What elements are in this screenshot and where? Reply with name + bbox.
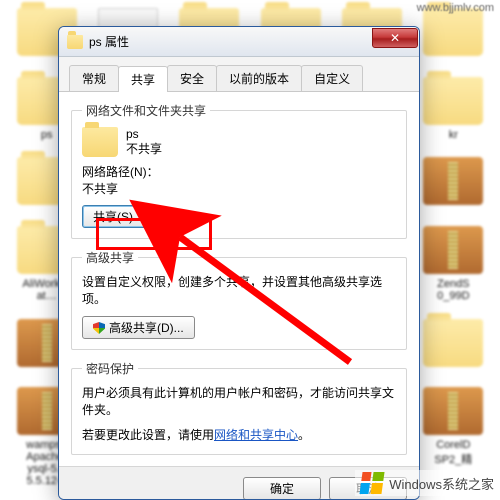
tab-customize[interactable]: 自定义 — [301, 65, 363, 91]
file-label: ZendS 0_99D — [437, 278, 469, 302]
shield-icon — [93, 322, 105, 334]
advanced-share-legend: 高级共享 — [82, 249, 138, 266]
folder-icon — [423, 319, 483, 367]
network-path-label: 网络路径(N)： — [82, 163, 396, 180]
network-path-value: 不共享 — [82, 180, 396, 197]
password-line2-suffix: 。 — [298, 428, 310, 442]
titlebar[interactable]: ps 属性 ✕ — [59, 27, 419, 57]
close-icon: ✕ — [390, 31, 400, 45]
close-button[interactable]: ✕ — [372, 28, 418, 48]
file-item[interactable]: kr — [415, 77, 492, 146]
password-line2: 若要更改此设置，请使用网络和共享中心。 — [82, 427, 396, 444]
zip-icon — [423, 387, 483, 435]
file-item[interactable] — [415, 8, 492, 65]
tab-general[interactable]: 常规 — [69, 65, 119, 91]
tab-previous-versions[interactable]: 以前的版本 — [216, 65, 302, 91]
password-line1: 用户必须具有此计算机的用户帐户和密码，才能访问共享文件夹。 — [82, 385, 396, 419]
advanced-share-button[interactable]: 高级共享(D)... — [82, 316, 195, 339]
tab-body: 网络文件和文件夹共享 ps 不共享 网络路径(N)： 不共享 共享(S)... … — [59, 92, 419, 466]
file-item[interactable] — [415, 157, 492, 214]
file-label: CorelD SP2_精 — [434, 439, 472, 467]
password-line2-prefix: 若要更改此设置，请使用 — [82, 428, 214, 442]
windows-logo-icon — [360, 472, 385, 494]
network-share-legend: 网络文件和文件夹共享 — [82, 102, 210, 119]
advanced-share-group: 高级共享 设置自定义权限，创建多个共享，并设置其他高级共享选项。 高级共享(D)… — [71, 249, 407, 350]
folder-icon — [423, 77, 483, 125]
network-share-group: 网络文件和文件夹共享 ps 不共享 网络路径(N)： 不共享 共享(S)... — [71, 102, 407, 239]
share-button[interactable]: 共享(S)... — [82, 205, 154, 228]
password-protection-group: 密码保护 用户必须具有此计算机的用户帐户和密码，才能访问共享文件夹。 若要更改此… — [71, 360, 407, 455]
watermark-text: Windows系统之家 — [389, 474, 494, 493]
advanced-share-description: 设置自定义权限，创建多个共享，并设置其他高级共享选项。 — [82, 274, 396, 308]
folder-icon — [67, 35, 83, 49]
file-label: kr — [449, 129, 458, 141]
folder-icon — [423, 8, 483, 56]
password-protection-legend: 密码保护 — [82, 360, 138, 377]
file-label: ps — [41, 129, 53, 141]
dialog-title: ps 属性 — [89, 33, 129, 50]
properties-dialog: ps 属性 ✕ 常规 共享 安全 以前的版本 自定义 网络文件和文件夹共享 ps… — [58, 26, 420, 500]
folder-name-value: ps — [126, 127, 162, 142]
ok-button[interactable]: 确定 — [243, 477, 321, 500]
folder-icon — [82, 127, 118, 157]
network-sharing-center-link[interactable]: 网络和共享中心 — [214, 428, 298, 442]
watermark: Windows系统之家 — [355, 470, 500, 496]
tab-security[interactable]: 安全 — [167, 65, 217, 91]
zip-icon — [423, 157, 483, 205]
tab-strip: 常规 共享 安全 以前的版本 自定义 — [59, 57, 419, 92]
advanced-share-button-label: 高级共享(D)... — [109, 321, 184, 335]
tab-sharing[interactable]: 共享 — [118, 66, 168, 92]
share-status-value: 不共享 — [126, 142, 162, 157]
file-item[interactable] — [415, 319, 492, 376]
file-item[interactable]: ZendS 0_99D — [415, 226, 492, 307]
url-watermark: www.bjjmlv.com — [417, 2, 494, 14]
zip-icon — [423, 226, 483, 274]
